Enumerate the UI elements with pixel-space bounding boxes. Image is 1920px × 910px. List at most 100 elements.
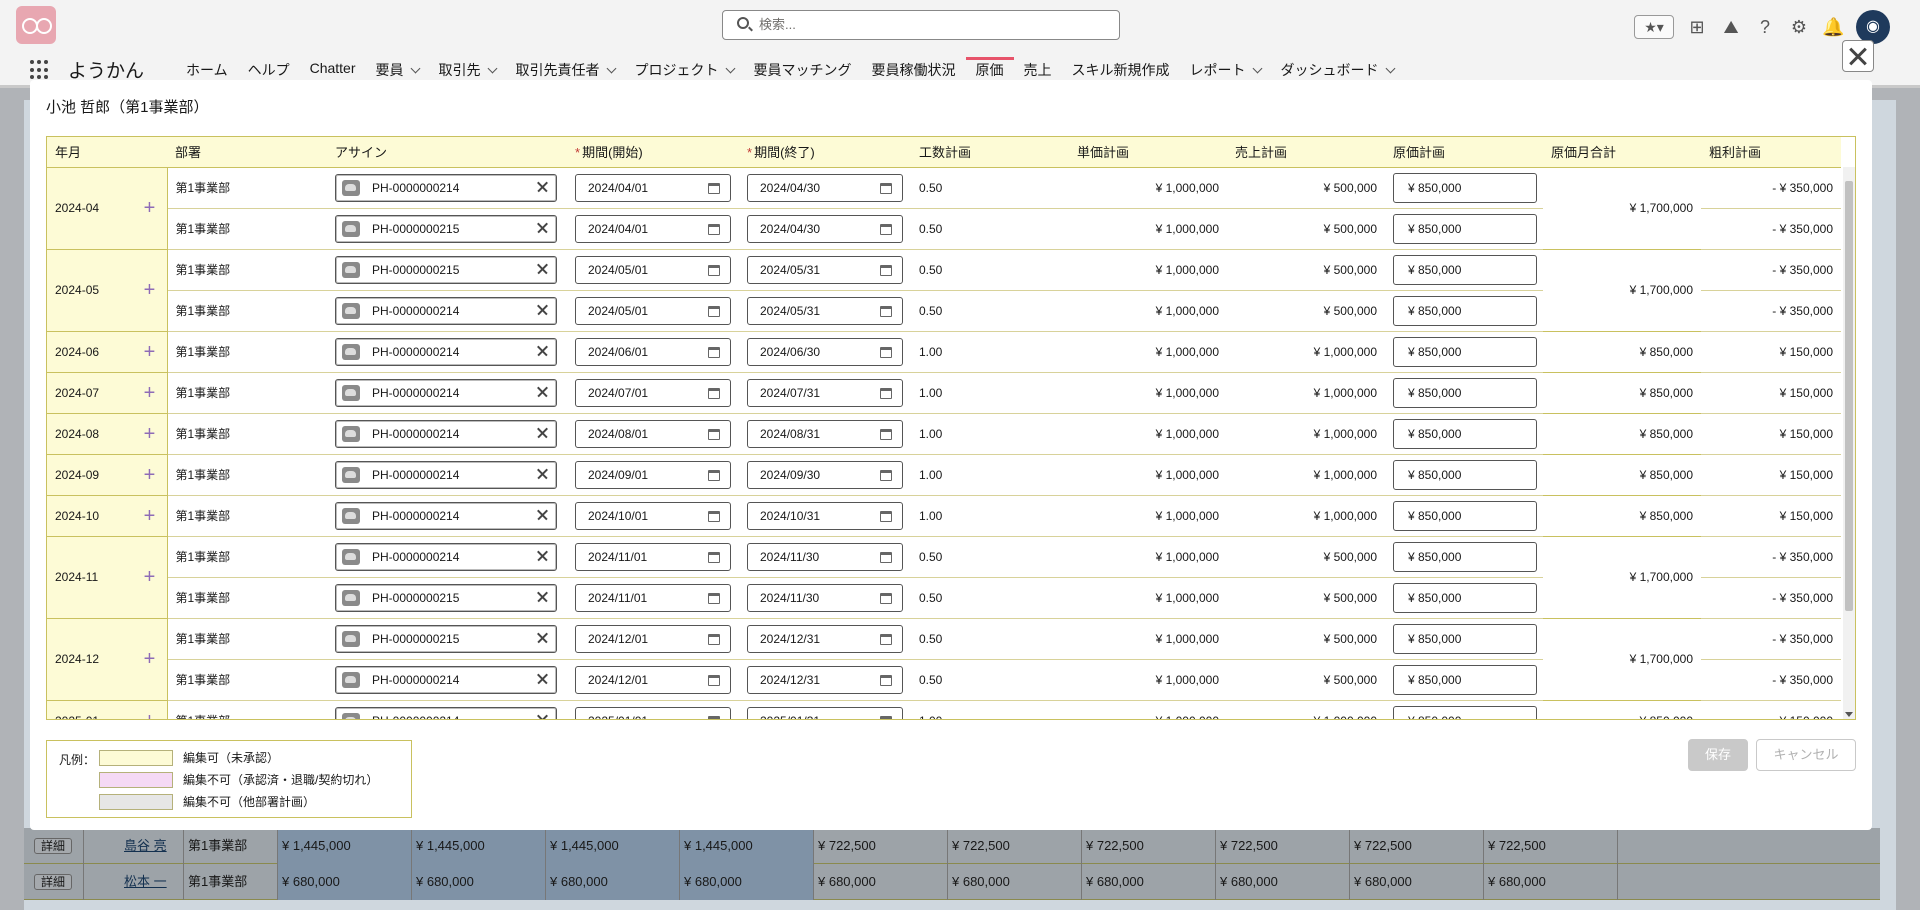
- scrollbar-thumb[interactable]: [1845, 181, 1853, 611]
- help-icon[interactable]: ?: [1754, 16, 1776, 38]
- calendar-icon[interactable]: [708, 223, 720, 235]
- calendar-icon[interactable]: [880, 469, 892, 481]
- period-end-input[interactable]: 2024/09/30: [747, 460, 903, 489]
- modal-close-icon[interactable]: [1842, 40, 1874, 72]
- period-end-input[interactable]: 2024/05/31: [747, 296, 903, 325]
- assign-lookup[interactable]: PH-0000000214: [335, 378, 557, 407]
- period-start-input[interactable]: 2024/05/01: [575, 255, 731, 284]
- calendar-icon[interactable]: [708, 182, 720, 194]
- cost-plan-input[interactable]: ¥ 850,000: [1393, 623, 1537, 654]
- assign-lookup[interactable]: PH-0000000214: [335, 706, 557, 720]
- add-row-icon[interactable]: +: [141, 280, 159, 300]
- detail-button[interactable]: 詳細: [34, 873, 73, 890]
- period-end-input[interactable]: 2024/04/30: [747, 214, 903, 243]
- calendar-icon[interactable]: [708, 346, 720, 358]
- calendar-icon[interactable]: [880, 510, 892, 522]
- add-row-icon[interactable]: +: [141, 198, 159, 218]
- period-end-input[interactable]: 2024/12/31: [747, 665, 903, 694]
- clear-icon[interactable]: [536, 304, 548, 316]
- grid-scrollbar[interactable]: [1843, 167, 1855, 719]
- add-row-icon[interactable]: +: [141, 649, 159, 669]
- clear-icon[interactable]: [536, 263, 548, 275]
- add-row-icon[interactable]: +: [141, 383, 159, 403]
- period-start-input[interactable]: 2025/01/01: [575, 706, 731, 719]
- cost-plan-input[interactable]: ¥ 850,000: [1393, 418, 1537, 449]
- calendar-icon[interactable]: [880, 428, 892, 440]
- calendar-icon[interactable]: [708, 428, 720, 440]
- period-end-input[interactable]: 2024/08/31: [747, 419, 903, 448]
- app-logo[interactable]: [16, 6, 56, 44]
- calendar-icon[interactable]: [708, 633, 720, 645]
- period-start-input[interactable]: 2024/10/01: [575, 501, 731, 530]
- cost-plan-input[interactable]: ¥ 850,000: [1393, 582, 1537, 613]
- nav-item[interactable]: ダッシュボード: [1271, 60, 1404, 80]
- calendar-icon[interactable]: [880, 592, 892, 604]
- assign-lookup[interactable]: PH-0000000214: [335, 501, 557, 530]
- nav-item[interactable]: ホーム: [176, 60, 238, 80]
- assign-lookup[interactable]: PH-0000000214: [335, 460, 557, 489]
- clear-icon[interactable]: [536, 427, 548, 439]
- member-name-link[interactable]: 島谷 亮: [124, 838, 167, 853]
- calendar-icon[interactable]: [880, 182, 892, 194]
- chevron-down-icon[interactable]: [1252, 63, 1262, 74]
- nav-item[interactable]: 売上: [1014, 60, 1062, 80]
- clear-icon[interactable]: [536, 550, 548, 562]
- period-start-input[interactable]: 2024/07/01: [575, 378, 731, 407]
- add-icon[interactable]: ⊞: [1686, 16, 1708, 38]
- calendar-icon[interactable]: [880, 346, 892, 358]
- nav-item[interactable]: 取引先責任者: [506, 60, 625, 80]
- assign-lookup[interactable]: PH-0000000214: [335, 296, 557, 325]
- cost-plan-input[interactable]: ¥ 850,000: [1393, 459, 1537, 490]
- chevron-down-icon[interactable]: [410, 63, 420, 74]
- add-row-icon[interactable]: +: [141, 506, 159, 526]
- period-start-input[interactable]: 2024/08/01: [575, 419, 731, 448]
- add-row-icon[interactable]: +: [141, 424, 159, 444]
- calendar-icon[interactable]: [880, 633, 892, 645]
- cost-plan-input[interactable]: ¥ 850,000: [1393, 172, 1537, 203]
- assign-lookup[interactable]: PH-0000000214: [335, 337, 557, 366]
- clear-icon[interactable]: [536, 386, 548, 398]
- clear-icon[interactable]: [536, 509, 548, 521]
- calendar-icon[interactable]: [708, 592, 720, 604]
- calendar-icon[interactable]: [880, 264, 892, 276]
- period-start-input[interactable]: 2024/06/01: [575, 337, 731, 366]
- period-end-input[interactable]: 2024/05/31: [747, 255, 903, 284]
- app-launcher-icon[interactable]: [30, 60, 50, 80]
- global-search-input[interactable]: 検索...: [722, 10, 1120, 40]
- calendar-icon[interactable]: [708, 305, 720, 317]
- add-row-icon[interactable]: +: [141, 567, 159, 587]
- period-end-input[interactable]: 2025/01/31: [747, 706, 903, 719]
- calendar-icon[interactable]: [880, 674, 892, 686]
- period-end-input[interactable]: 2024/11/30: [747, 542, 903, 571]
- clear-icon[interactable]: [536, 632, 548, 644]
- period-start-input[interactable]: 2024/05/01: [575, 296, 731, 325]
- favorites-icon[interactable]: ★▾: [1634, 15, 1674, 39]
- chevron-down-icon[interactable]: [1385, 63, 1395, 74]
- clear-icon[interactable]: [536, 181, 548, 193]
- period-end-input[interactable]: 2024/12/31: [747, 624, 903, 653]
- clear-icon[interactable]: [536, 591, 548, 603]
- cost-plan-input[interactable]: ¥ 850,000: [1393, 500, 1537, 531]
- assign-lookup[interactable]: PH-0000000214: [335, 665, 557, 694]
- chevron-down-icon[interactable]: [487, 63, 497, 74]
- bell-icon[interactable]: 🔔: [1822, 16, 1844, 38]
- calendar-icon[interactable]: [708, 510, 720, 522]
- calendar-icon[interactable]: [708, 551, 720, 563]
- nav-item[interactable]: 取引先: [429, 60, 506, 80]
- calendar-icon[interactable]: [880, 715, 892, 719]
- nav-item[interactable]: プロジェクト: [625, 60, 744, 80]
- nav-item[interactable]: レポート: [1180, 60, 1271, 80]
- clear-icon[interactable]: [536, 714, 548, 720]
- assign-lookup[interactable]: PH-0000000215: [335, 214, 557, 243]
- period-end-input[interactable]: 2024/06/30: [747, 337, 903, 366]
- clear-icon[interactable]: [536, 673, 548, 685]
- cancel-button[interactable]: キャンセル: [1756, 739, 1856, 771]
- clear-icon[interactable]: [536, 345, 548, 357]
- period-start-input[interactable]: 2024/11/01: [575, 542, 731, 571]
- cost-plan-input[interactable]: ¥ 850,000: [1393, 254, 1537, 285]
- period-start-input[interactable]: 2024/11/01: [575, 583, 731, 612]
- calendar-icon[interactable]: [880, 305, 892, 317]
- clear-icon[interactable]: [536, 468, 548, 480]
- period-start-input[interactable]: 2024/12/01: [575, 624, 731, 653]
- period-end-input[interactable]: 2024/07/31: [747, 378, 903, 407]
